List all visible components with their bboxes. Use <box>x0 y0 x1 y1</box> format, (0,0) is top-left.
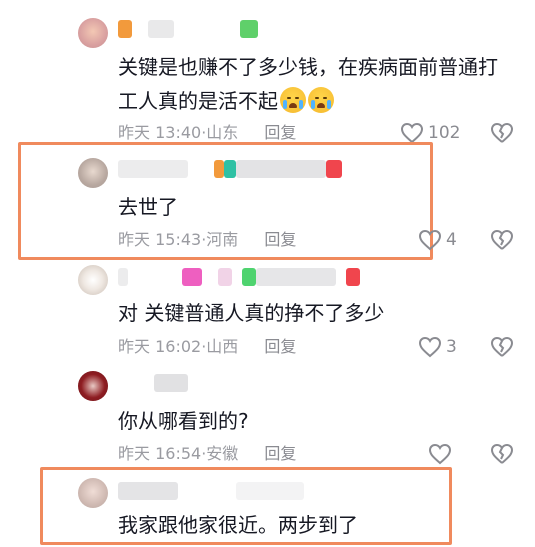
heart-outline-icon <box>418 229 442 251</box>
heart-outline-icon <box>400 122 424 144</box>
comment-text-line2: 工人真的是活不起 <box>118 84 334 118</box>
broken-heart-icon <box>490 229 514 250</box>
avatar[interactable] <box>78 158 108 188</box>
like-count: 4 <box>446 230 457 250</box>
like-button[interactable]: 4 <box>418 229 457 251</box>
avatar[interactable] <box>78 18 108 48</box>
comment-text: 去世了 <box>118 195 178 219</box>
reply-button[interactable]: 回复 <box>264 337 296 356</box>
dislike-button[interactable] <box>490 443 514 465</box>
reply-button[interactable]: 回复 <box>264 444 296 463</box>
username-blurred[interactable] <box>118 160 358 182</box>
like-count: 102 <box>428 123 461 143</box>
like-button[interactable]: 102 <box>400 122 460 144</box>
heart-outline-icon <box>418 336 442 358</box>
dislike-button[interactable] <box>490 336 514 358</box>
comment-text: 你从哪看到的? <box>118 409 249 433</box>
username-blurred[interactable] <box>118 268 368 290</box>
broken-heart-icon <box>490 122 514 143</box>
reply-button[interactable]: 回复 <box>264 230 296 249</box>
reply-button[interactable]: 回复 <box>264 123 296 142</box>
comment-meta: 昨天 16:54·安徽 回复 <box>118 444 297 463</box>
heart-outline-icon <box>428 443 452 465</box>
comment-meta: 昨天 16:02·山西 回复 <box>118 337 297 356</box>
avatar[interactable] <box>78 371 108 401</box>
username-blurred[interactable] <box>118 20 278 42</box>
comment-text: 我家跟他家很近。两步到了 <box>118 513 358 537</box>
like-count: 3 <box>446 337 457 357</box>
like-button[interactable]: 3 <box>418 336 457 358</box>
crying-face-emoji-icon <box>308 87 334 113</box>
comment-text: 关键是也赚不了多少钱，在疾病面前普通打 <box>118 55 498 79</box>
dislike-button[interactable] <box>490 229 514 251</box>
comment-meta: 昨天 15:43·河南 回复 <box>118 230 297 249</box>
username-blurred[interactable] <box>118 374 198 396</box>
avatar[interactable] <box>78 478 108 508</box>
username-blurred[interactable] <box>118 482 318 504</box>
like-button[interactable] <box>428 443 452 465</box>
comment-text: 对 关键普通人真的挣不了多少 <box>118 301 385 325</box>
broken-heart-icon <box>490 336 514 357</box>
broken-heart-icon <box>490 443 514 464</box>
comment-meta: 昨天 13:40·山东 回复 <box>118 123 297 142</box>
crying-face-emoji-icon <box>280 87 306 113</box>
dislike-button[interactable] <box>490 122 514 144</box>
avatar[interactable] <box>78 265 108 295</box>
